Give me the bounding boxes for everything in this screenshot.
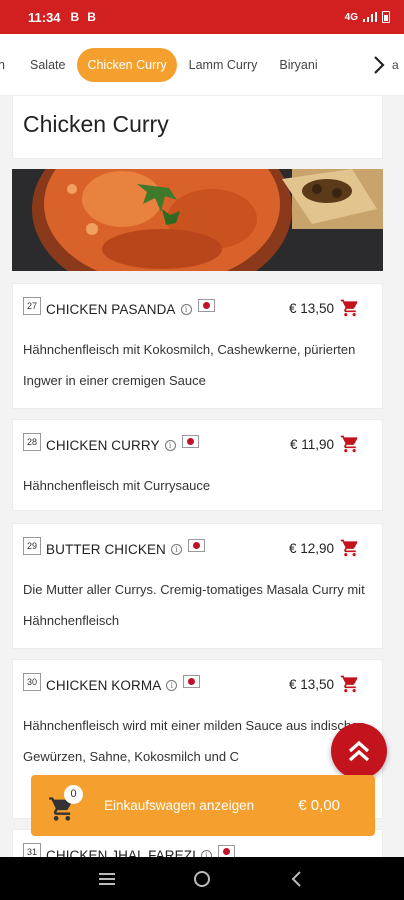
item-number: 29 [23, 537, 41, 555]
view-cart-button[interactable]: 0 Einkaufswagen anzeigen € 0,00 [31, 775, 375, 836]
item-price: € 13,50 [288, 300, 334, 316]
status-bar: 11:34 B B 4G [0, 0, 404, 34]
info-icon[interactable]: i [166, 679, 178, 691]
item-number: 27 [23, 297, 41, 315]
item-description: Hähnchenfleisch mit Currysauce [23, 478, 211, 493]
menu-item[interactable]: 27 CHICKEN PASANDA i € 13,50 Hähnchenfle… [12, 283, 383, 409]
cart-icon [340, 299, 358, 317]
chevron-right-icon [374, 56, 385, 74]
cart-summary-icon: 0 [48, 784, 83, 821]
item-number: 31 [23, 843, 41, 857]
item-name: CHICKEN PASANDA [46, 301, 176, 317]
category-title: Chicken Curry [12, 96, 383, 159]
info-icon[interactable]: i [164, 439, 176, 451]
cart-total: € 0,00 [298, 797, 340, 814]
flag-icon [181, 434, 199, 448]
item-price: € 11,90 [289, 436, 334, 452]
menu-item[interactable]: 29 BUTTER CHICKEN i € 12,90 Die Mutter a… [12, 523, 383, 649]
scroll-top-icon [348, 740, 370, 762]
add-to-cart-button[interactable] [340, 298, 360, 318]
add-to-cart-button[interactable] [340, 674, 360, 694]
item-description: Hähnchenfleisch wird mit einer milden Sa… [23, 718, 366, 764]
flag-icon [187, 538, 205, 552]
info-icon[interactable]: i [180, 303, 192, 315]
notification-icon: B [87, 10, 96, 24]
cart-icon [340, 435, 358, 453]
tab-partial-left[interactable]: n [0, 48, 18, 82]
cart-icon [340, 675, 358, 693]
item-name: BUTTER CHICKEN [46, 541, 166, 557]
info-icon[interactable]: i [200, 849, 212, 857]
menu-item[interactable]: 28 CHICKEN CURRY i € 11,90 Hähnchenfleis… [12, 419, 383, 511]
cart-icon [340, 539, 358, 557]
flag-icon [183, 674, 201, 688]
item-description: Hähnchenfleisch mit Kokosmilch, Cashewke… [23, 342, 356, 388]
item-number: 30 [23, 673, 41, 691]
signal-icon [363, 12, 377, 22]
notification-icon: B [70, 10, 80, 24]
add-to-cart-button[interactable] [340, 538, 360, 558]
item-price: € 12,90 [288, 540, 334, 556]
category-image [12, 169, 383, 271]
flag-icon [197, 298, 215, 312]
network-label: 4G [344, 11, 358, 23]
system-nav-bar [0, 857, 404, 900]
home-icon[interactable] [192, 869, 212, 889]
add-to-cart-button[interactable] [340, 434, 360, 454]
tab-chicken-curry[interactable]: Chicken Curry [77, 47, 177, 82]
tabs-scroll-right[interactable]: a [366, 34, 404, 95]
flag-icon [217, 844, 235, 857]
item-price: € 13,50 [288, 676, 334, 692]
view-cart-label: Einkaufswagen anzeigen [104, 798, 255, 813]
tab-lamm-curry[interactable]: Lamm Curry [179, 48, 268, 82]
item-name: CHICKEN CURRY [46, 437, 160, 453]
tab-biryani[interactable]: Biryani [269, 48, 327, 82]
tab-salate[interactable]: Salate [20, 48, 75, 82]
back-icon[interactable] [287, 869, 307, 889]
category-tabs: n Salate Chicken Curry Lamm Curry Biryan… [0, 34, 404, 96]
menu-icon[interactable] [97, 869, 117, 889]
cart-count-badge: 0 [64, 784, 83, 804]
item-name: CHICKEN KORMA [46, 677, 162, 693]
scroll-top-button[interactable] [331, 723, 387, 779]
item-name: CHICKEN JHAL FAREZI [46, 847, 196, 858]
item-number: 28 [23, 433, 41, 451]
item-description: Die Mutter aller Currys. Cremig-tomatige… [23, 582, 365, 628]
status-indicators: 4G [345, 11, 390, 23]
info-icon[interactable]: i [170, 543, 182, 555]
status-time: 11:34 [28, 9, 61, 25]
battery-icon [382, 11, 390, 23]
tab-partial-right: a [392, 58, 399, 72]
